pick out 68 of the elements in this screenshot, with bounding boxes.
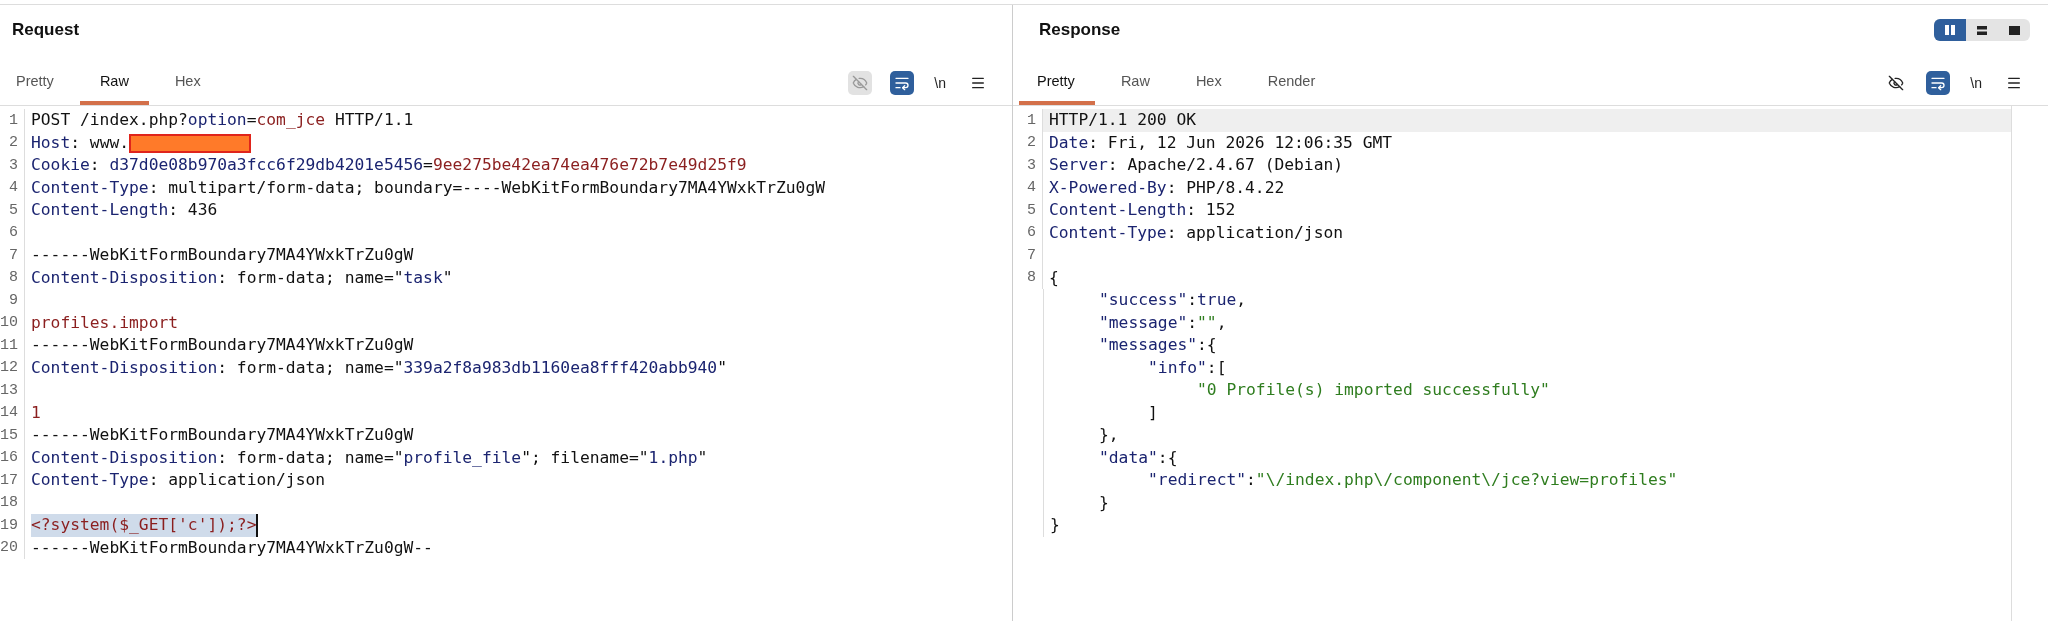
code-line: "messages":{ [1098, 334, 1217, 356]
line-number: 20 [0, 536, 25, 559]
menu-icon [2006, 75, 2022, 91]
wrap-button[interactable] [1926, 71, 1951, 95]
code-line: profiles.import [31, 311, 179, 334]
line-number: 19 [0, 514, 25, 537]
code-line: { [1049, 266, 1059, 289]
wrap-text-icon [894, 75, 911, 91]
code-line: 1 [31, 401, 41, 424]
code-line: ------WebKitFormBoundary7MA4YWxkTrZu0gW [31, 334, 414, 356]
code-line: } [1050, 514, 1060, 536]
code-line: Content-Type: application/json [1049, 221, 1344, 244]
code-line: "message":"", [1098, 311, 1227, 334]
code-line: ------WebKitFormBoundary7MA4YWxkTrZu0gW [31, 424, 414, 446]
split-columns-icon [1945, 25, 1955, 35]
wrap-button[interactable] [890, 71, 915, 95]
code-line: POST /index.php?option=com_jce HTTP/1.1 [31, 109, 414, 131]
line-number: 13 [0, 379, 25, 402]
code-line: X-Powered-By: PHP/8.4.22 [1049, 176, 1285, 199]
panel-title: Request [12, 20, 80, 40]
code-line: Content-Length: 436 [31, 199, 218, 221]
code-line: ------WebKitFormBoundary7MA4YWxkTrZu0gW [31, 244, 414, 266]
code-line: }, [1098, 424, 1119, 446]
code-line: "redirect":"\/index.php\/component\/jce?view=profiles" [1147, 469, 1678, 491]
layout-toggle-button[interactable] [1934, 19, 1966, 41]
eye-off-icon [852, 75, 869, 91]
code-line: "success":true, [1098, 289, 1247, 311]
view-tab[interactable]: Raw [1100, 61, 1170, 105]
line-number: 14 [0, 401, 25, 424]
line-number: 17 [0, 469, 25, 492]
panel-title: Response [1039, 20, 1121, 40]
code-line: Content-Disposition: form-data; name="profile_file"; filename="1.php" [31, 446, 708, 469]
view-tab[interactable]: Hex [154, 61, 221, 105]
code-line: HTTP/1.1 200 OK [1049, 109, 1197, 131]
view-tab[interactable]: Raw [79, 61, 149, 105]
line-number: 16 [0, 446, 25, 469]
view-tab[interactable]: Pretty [1019, 61, 1095, 105]
newline-toggle[interactable]: \n [932, 75, 948, 91]
code-line: Content-Type: multipart/form-data; boundary=----WebKitFormBoundary7MA4YWxkTrZu0gW [31, 176, 825, 199]
code-line: Date: Fri, 12 Jun 2026 12:06:35 GMT [1049, 131, 1393, 154]
wrap-text-icon [1930, 75, 1947, 91]
view-tab[interactable]: Hex [1175, 61, 1242, 105]
eye-off-icon [1888, 75, 1905, 91]
line-number: 11 [0, 334, 25, 357]
code-line: Content-Type: application/json [31, 469, 326, 491]
line-number: 15 [0, 424, 25, 447]
code-line: "info":[ [1147, 356, 1227, 379]
code-line: "data":{ [1098, 446, 1178, 469]
code-line: Cookie: d37d0e08b970a3fcc6f29db4201e5456=9ee275be42ea74ea476e72b7e49d25f9 [31, 154, 747, 176]
line-number: 10 [0, 311, 25, 334]
line-number: 18 [0, 491, 25, 514]
code-line: } [1098, 491, 1109, 514]
view-tab[interactable]: Render [1247, 61, 1336, 105]
split-rows-icon [1977, 25, 1987, 35]
code-line: Server: Apache/2.4.67 (Debian) [1049, 154, 1344, 176]
code-line: Content-Length: 152 [1049, 199, 1236, 221]
code-line: ------WebKitFormBoundary7MA4YWxkTrZu0gW-- [31, 536, 433, 559]
code-line: Content-Disposition: form-data; name="task" [31, 266, 453, 289]
code-line: Content-Disposition: form-data; name="339a2f8a983db1160ea8fff420abb940" [31, 356, 727, 379]
line-number: 12 [0, 356, 25, 379]
code-line: "0 Profile(s) imported successfully" [1196, 379, 1550, 401]
newline-toggle[interactable]: \n [1968, 75, 1984, 91]
code-line: Host: www. [31, 131, 252, 154]
menu-icon [970, 75, 986, 91]
single-pane-icon [2008, 25, 2020, 35]
view-tab[interactable]: Pretty [6, 61, 74, 105]
line-number: 1 [1013, 109, 1043, 132]
code-line: ] [1147, 401, 1158, 424]
